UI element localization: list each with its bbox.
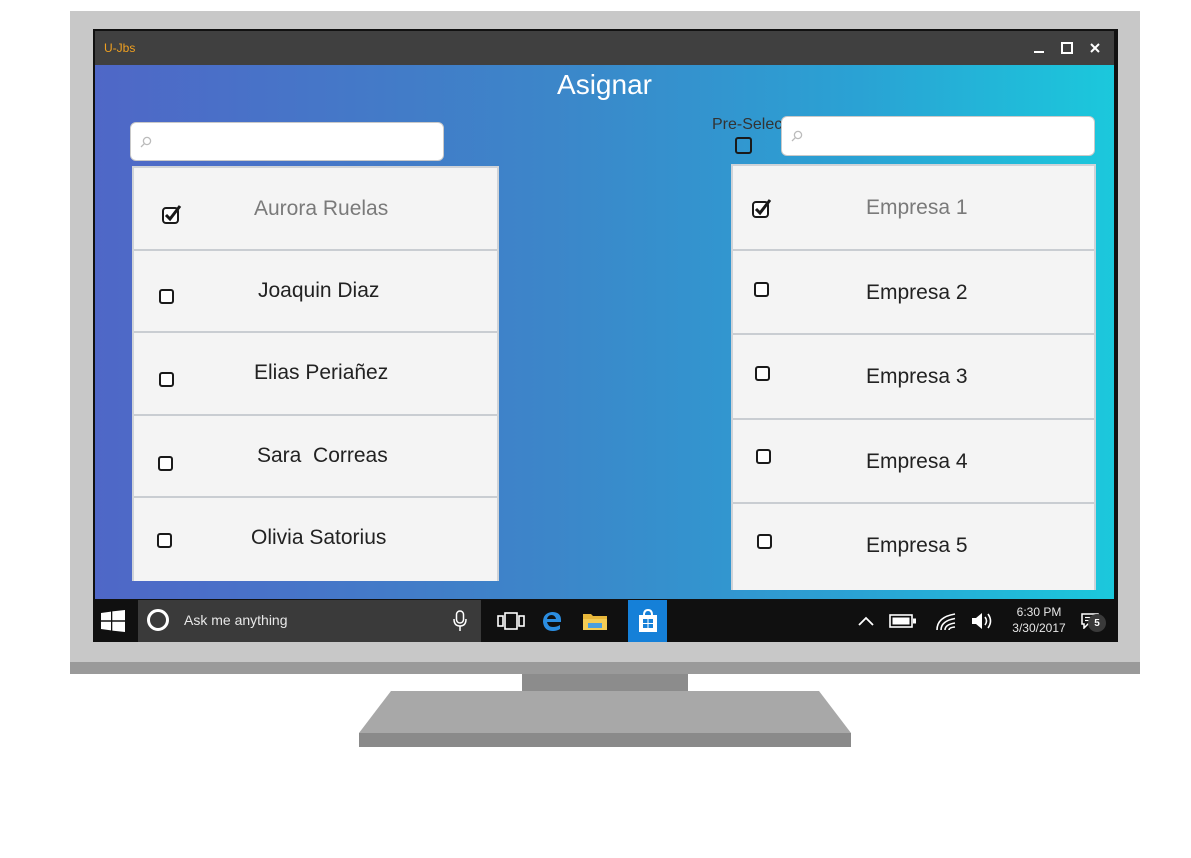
checkbox[interactable]: [159, 289, 174, 304]
edge-icon: [543, 612, 561, 631]
right-search-input[interactable]: [810, 117, 1090, 157]
checkbox[interactable]: [157, 533, 172, 548]
list-item[interactable]: Empresa 5: [733, 504, 1094, 590]
monitor-stand-base: [359, 691, 851, 733]
people-list: Aurora Ruelas Joaquin Diaz Elias Periañe…: [132, 166, 499, 581]
window-titlebar: U-Jbs: [95, 31, 1114, 65]
checkbox[interactable]: [755, 366, 770, 381]
list-item[interactable]: Empresa 1: [733, 166, 1094, 251]
list-item-label: Empresa 5: [866, 534, 968, 557]
chevron-up-icon: [858, 616, 874, 626]
maximize-icon: [1061, 42, 1073, 54]
edge-button[interactable]: [534, 600, 570, 642]
list-item-label: Joaquin Diaz: [258, 279, 380, 302]
checkbox[interactable]: [757, 534, 772, 549]
list-item[interactable]: Joaquin Diaz: [134, 251, 497, 333]
app-content: Asignar Aurora Ruelas Joaquin Diaz Elias…: [95, 65, 1114, 599]
battery-button[interactable]: [887, 600, 919, 642]
app-title: U-Jbs: [104, 41, 136, 55]
store-icon: [638, 609, 657, 632]
list-item-label: Aurora Ruelas: [254, 197, 389, 220]
monitor-chin: [70, 662, 1140, 674]
list-item-label: Empresa 4: [866, 450, 968, 473]
list-item-label: Empresa 2: [866, 281, 968, 304]
list-item[interactable]: Elias Periañez: [134, 333, 497, 416]
left-search-box[interactable]: [130, 122, 444, 162]
task-view-button[interactable]: [491, 600, 531, 642]
show-hidden-icons-button[interactable]: [853, 600, 879, 642]
close-icon: [1090, 43, 1100, 53]
clock-time[interactable]: 6:30 PM: [1015, 605, 1063, 619]
wifi-icon: [936, 613, 956, 631]
store-button[interactable]: [628, 600, 667, 642]
clock-date[interactable]: 3/30/2017: [1004, 621, 1074, 635]
preselect-label: Pre-Selec: [712, 116, 783, 133]
checkbox-checked[interactable]: [752, 199, 772, 218]
volume-button[interactable]: [968, 600, 998, 642]
close-button[interactable]: [1084, 37, 1106, 59]
battery-icon: [889, 614, 916, 628]
company-list: Empresa 1 Empresa 2 Empresa 3 Empresa 4 …: [731, 164, 1096, 590]
list-item-label: Empresa 3: [866, 365, 968, 388]
left-search-input[interactable]: [159, 123, 439, 162]
checkbox-checked[interactable]: [162, 205, 182, 224]
start-button[interactable]: [101, 610, 125, 637]
list-item-label: Empresa 1: [866, 196, 968, 219]
list-item-label: Olivia Satorius: [251, 526, 387, 549]
taskbar: Ask me anything 6:30 PM 3/30/2017 5: [93, 600, 1118, 642]
volume-icon: [972, 613, 992, 629]
cortana-icon[interactable]: [147, 609, 169, 631]
list-item[interactable]: Empresa 3: [733, 335, 1094, 420]
checkmark-icon: [162, 205, 182, 224]
taskbar-search-text: Ask me anything: [184, 612, 288, 628]
window-controls: [1028, 37, 1106, 59]
search-icon: [140, 136, 152, 147]
minimize-icon: [1034, 51, 1044, 53]
notification-badge: 5: [1088, 614, 1106, 632]
taskbar-search-box[interactable]: Ask me anything: [138, 600, 481, 642]
screen: U-Jbs Asignar Aurora Ruelas Joaquin Diaz…: [93, 29, 1118, 642]
checkbox[interactable]: [158, 456, 173, 471]
list-item[interactable]: Sara Correas: [134, 416, 497, 498]
list-item-label: Elias Periañez: [254, 361, 389, 384]
page-title: Asignar: [557, 69, 652, 100]
list-item[interactable]: Empresa 4: [733, 420, 1094, 504]
windows-start-icon: [101, 610, 125, 632]
checkbox[interactable]: [159, 372, 174, 387]
search-icon: [791, 130, 803, 142]
right-search-box[interactable]: [781, 116, 1095, 157]
file-explorer-button[interactable]: [577, 600, 613, 642]
list-item[interactable]: Aurora Ruelas: [134, 168, 497, 251]
list-item-label: Sara Correas: [257, 444, 388, 467]
checkbox[interactable]: [754, 282, 769, 297]
network-button[interactable]: [931, 600, 961, 642]
preselect-checkbox[interactable]: [735, 137, 752, 154]
monitor-stand-base-edge: [359, 733, 851, 747]
maximize-button[interactable]: [1056, 37, 1078, 59]
microphone-icon[interactable]: [453, 610, 467, 632]
minimize-button[interactable]: [1028, 37, 1050, 59]
checkmark-icon: [752, 199, 772, 218]
list-item[interactable]: Empresa 2: [733, 251, 1094, 335]
task-view-icon: [497, 612, 525, 630]
checkbox[interactable]: [756, 449, 771, 464]
list-item[interactable]: Olivia Satorius: [134, 498, 497, 581]
file-explorer-icon: [583, 614, 607, 630]
